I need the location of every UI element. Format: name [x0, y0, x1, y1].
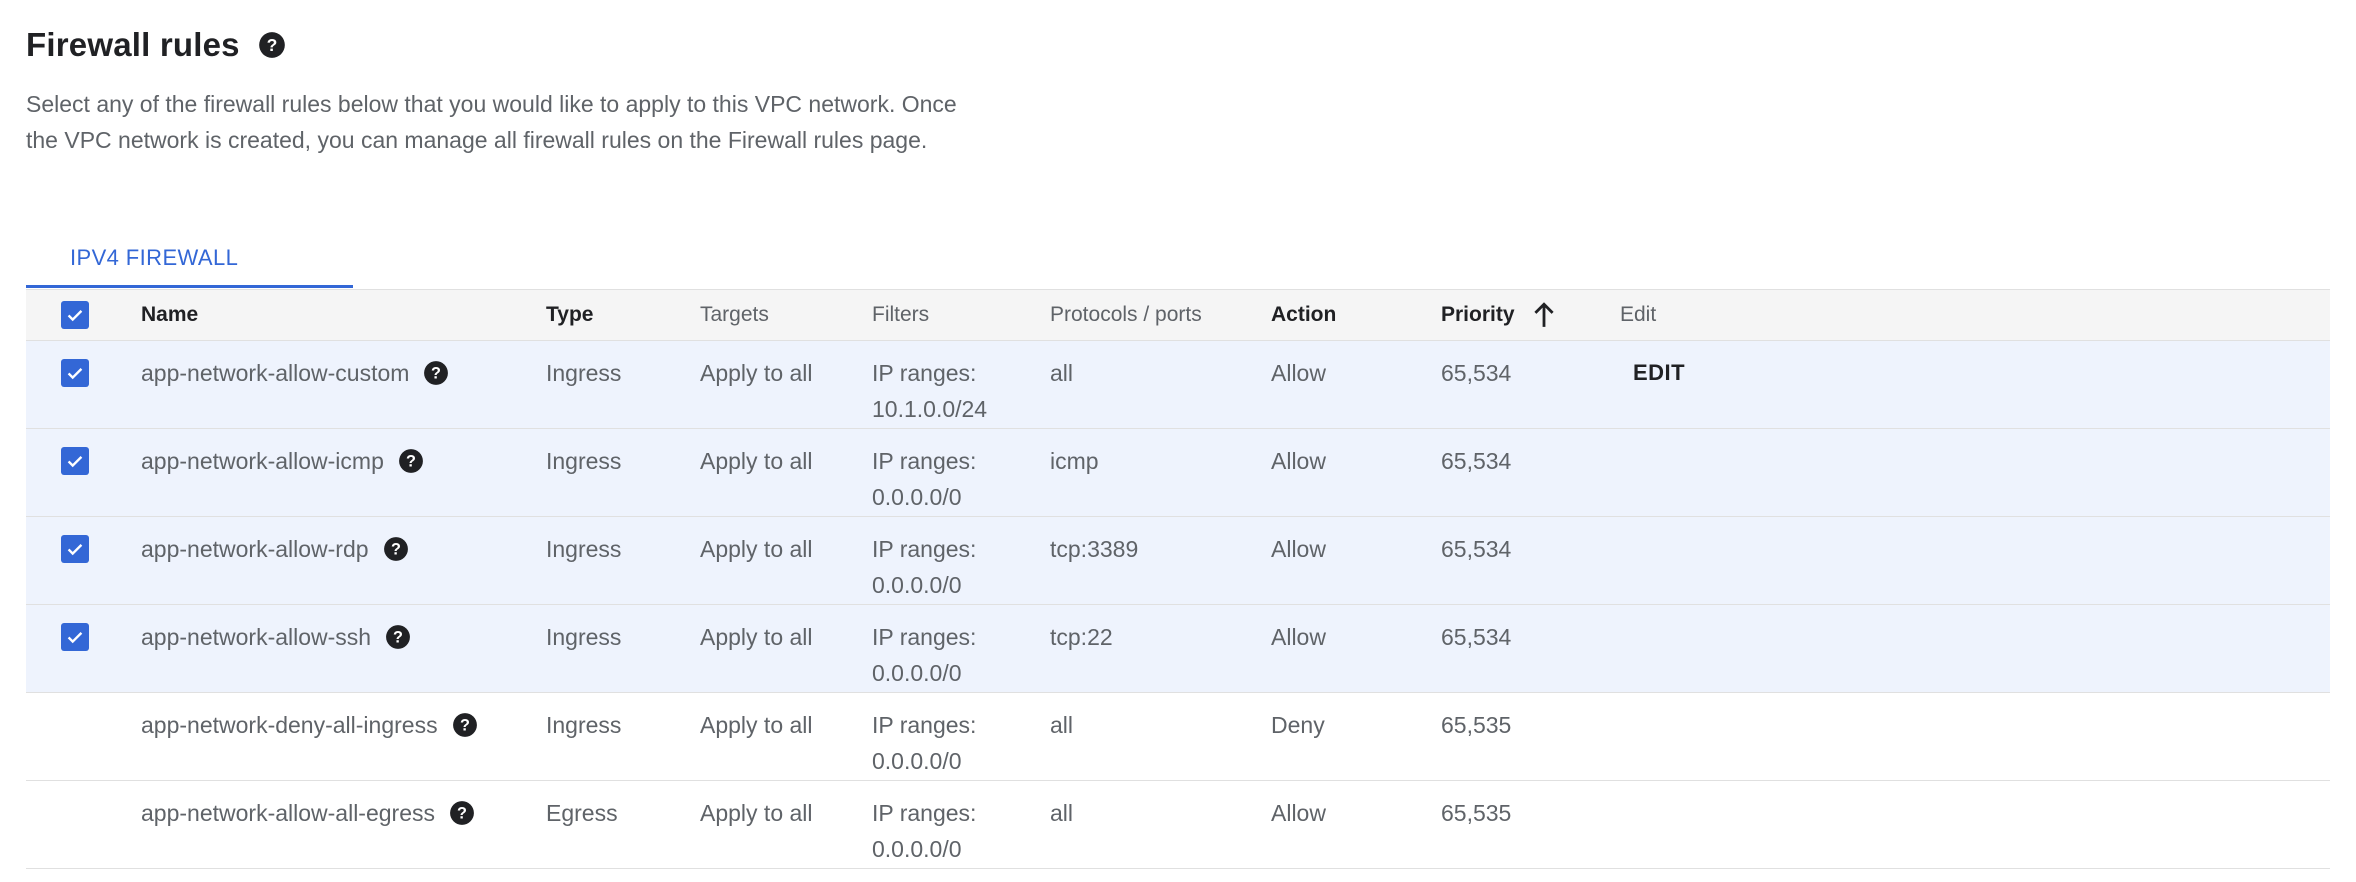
svg-text:?: ? [393, 628, 403, 646]
rule-name: app-network-allow-all-egress [141, 800, 436, 826]
rule-protocols: all [1050, 360, 1074, 386]
rule-name: app-network-allow-ssh [141, 624, 372, 650]
checkbox-checked-icon [61, 535, 89, 563]
table-row[interactable]: app-network-allow-icmp? Ingress Apply to a… [26, 429, 2330, 517]
column-header-edit: Edit [1620, 303, 1657, 326]
column-header-priority-label: Priority [1441, 303, 1515, 326]
rule-filters: IP ranges: 0.0.0.0/0 [872, 712, 977, 774]
column-header-type[interactable]: Type [546, 297, 593, 333]
rule-name-cell: app-network-allow-rdp? [141, 531, 409, 567]
svg-text:?: ? [431, 364, 441, 382]
row-checkbox[interactable] [61, 619, 89, 658]
table-row[interactable]: app-network-allow-rdp? Ingress Apply to al… [26, 517, 2330, 605]
edit-button[interactable]: EDIT [1633, 355, 1685, 391]
rule-priority: 65,535 [1441, 800, 1512, 826]
column-header-action[interactable]: Action [1271, 297, 1336, 333]
checkbox-checked-icon [61, 623, 89, 651]
help-icon[interactable]: ? [398, 448, 424, 474]
checkbox-checked-icon [61, 301, 89, 329]
rule-name-cell: app-network-allow-icmp? [141, 443, 424, 479]
help-icon[interactable]: ? [258, 31, 286, 59]
rule-targets: Apply to all [700, 624, 813, 650]
rule-filters: IP ranges: 0.0.0.0/0 [872, 624, 977, 686]
page-header: Firewall rules ? [26, 26, 286, 64]
svg-text:?: ? [457, 804, 467, 822]
column-header-name[interactable]: Name [141, 297, 198, 333]
rule-type: Ingress [546, 448, 622, 474]
rule-priority: 65,534 [1441, 448, 1512, 474]
svg-text:?: ? [460, 716, 470, 734]
help-icon[interactable]: ? [383, 536, 409, 562]
page-description: Select any of the firewall rules below t… [26, 91, 957, 153]
rule-filters: IP ranges: 0.0.0.0/0 [872, 536, 977, 598]
rule-type: Ingress [546, 360, 622, 386]
rule-targets: Apply to all [700, 360, 813, 386]
tab-ipv4-firewall-rules[interactable]: IPV4 FIREWALL RULES [26, 228, 353, 330]
rule-targets: Apply to all [700, 712, 813, 738]
rule-name-cell: app-network-allow-custom? [141, 355, 449, 391]
rule-action: Allow [1271, 448, 1326, 474]
rule-protocols: tcp:3389 [1050, 536, 1139, 562]
rule-action: Allow [1271, 800, 1326, 826]
arrow-up-icon[interactable] [1531, 301, 1557, 329]
rule-name: app-network-allow-icmp [141, 448, 384, 474]
rule-action: Allow [1271, 536, 1326, 562]
rule-name-cell: app-network-deny-all-ingress? [141, 707, 478, 743]
row-checkbox[interactable] [61, 443, 89, 482]
rule-action: Deny [1271, 712, 1325, 738]
svg-text:?: ? [406, 452, 416, 470]
rule-action: Allow [1271, 624, 1326, 650]
table-header-row: Name Type Targets Filters Protocols / po… [26, 290, 2330, 341]
rule-name-cell: app-network-allow-all-egress? [141, 795, 475, 831]
rule-filters: IP ranges: 10.1.0.0/24 [872, 360, 988, 422]
help-icon[interactable]: ? [423, 360, 449, 386]
column-header-targets: Targets [700, 303, 769, 326]
table-row[interactable]: app-network-allow-all-egress? Egress Apply… [26, 781, 2330, 869]
rule-type: Ingress [546, 536, 622, 562]
rule-filters: IP ranges: 0.0.0.0/0 [872, 800, 977, 862]
rule-priority: 65,534 [1441, 536, 1512, 562]
rule-protocols: all [1050, 712, 1074, 738]
rule-action: Allow [1271, 360, 1326, 386]
rule-type: Ingress [546, 624, 622, 650]
page-title: Firewall rules [26, 26, 240, 63]
rule-name: app-network-deny-all-ingress [141, 712, 438, 738]
rule-priority: 65,535 [1441, 712, 1512, 738]
rule-type: Egress [546, 800, 618, 826]
rule-name-cell: app-network-allow-ssh? [141, 619, 411, 655]
table-row[interactable]: app-network-allow-ssh? Ingress Apply to al… [26, 605, 2330, 693]
column-header-protocols: Protocols / ports [1050, 303, 1202, 326]
rule-filters: IP ranges: 0.0.0.0/0 [872, 448, 977, 510]
firewall-rules-table: Name Type Targets Filters Protocols / po… [26, 289, 2330, 869]
rule-name: app-network-allow-custom [141, 360, 410, 386]
row-checkbox[interactable] [61, 355, 89, 394]
rule-protocols: icmp [1050, 448, 1099, 474]
table-row[interactable]: app-network-allow-custom? Ingress Apply to… [26, 341, 2330, 429]
help-icon[interactable]: ? [449, 800, 475, 826]
svg-text:?: ? [391, 540, 401, 558]
help-icon[interactable]: ? [385, 624, 411, 650]
rule-priority: 65,534 [1441, 360, 1512, 386]
column-header-priority[interactable]: Priority [1441, 297, 1557, 333]
rule-name: app-network-allow-rdp [141, 536, 369, 562]
page: Firewall rules ? Select any of the firew… [0, 0, 2356, 882]
rule-type: Ingress [546, 712, 622, 738]
select-all-checkbox[interactable] [61, 297, 89, 338]
rule-targets: Apply to all [700, 800, 813, 826]
rule-protocols: all [1050, 800, 1074, 826]
svg-text:?: ? [266, 35, 277, 55]
column-header-filters: Filters [872, 303, 930, 326]
checkbox-checked-icon [61, 359, 89, 387]
rule-priority: 65,534 [1441, 624, 1512, 650]
checkbox-checked-icon [61, 447, 89, 475]
table-row[interactable]: app-network-deny-all-ingress? Ingress Appl… [26, 693, 2330, 781]
help-icon[interactable]: ? [452, 712, 478, 738]
row-checkbox[interactable] [61, 531, 89, 570]
rule-targets: Apply to all [700, 448, 813, 474]
rule-protocols: tcp:22 [1050, 624, 1113, 650]
rule-targets: Apply to all [700, 536, 813, 562]
